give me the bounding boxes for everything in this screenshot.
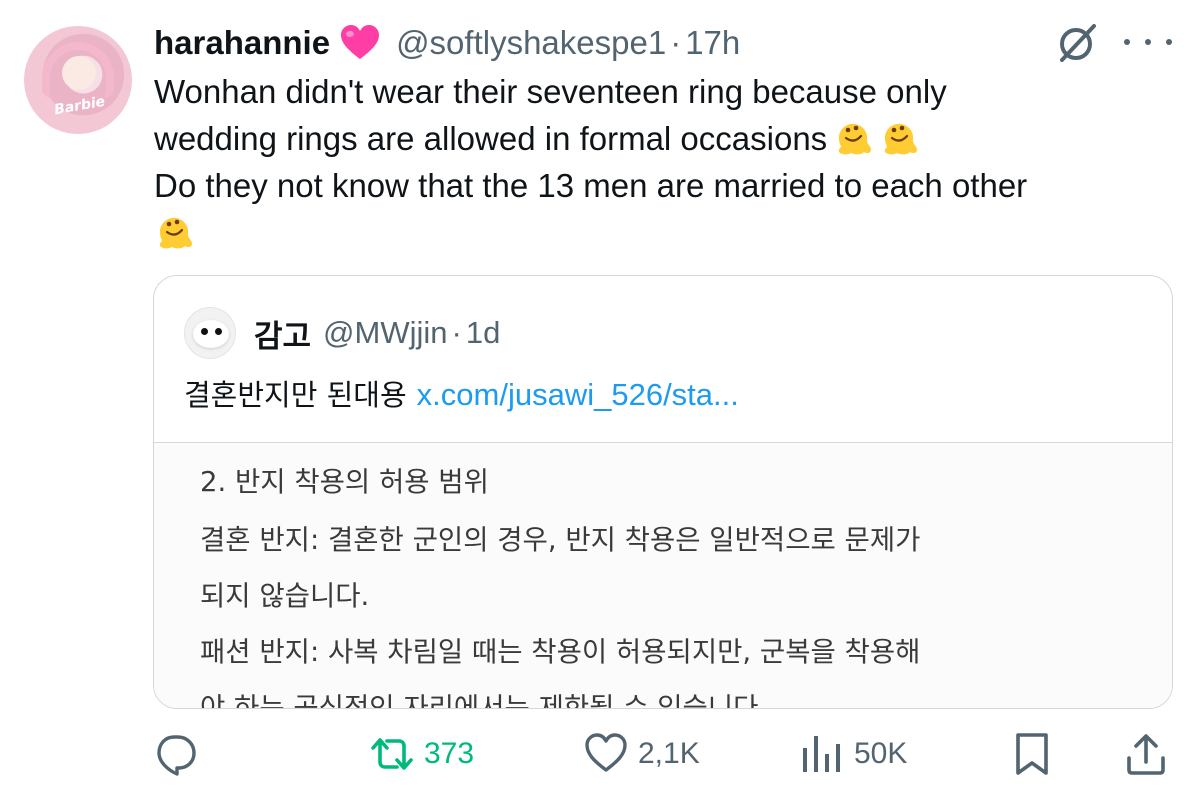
like-count: 2,1K [638, 737, 700, 770]
retweet-count: 373 [424, 737, 475, 770]
quoted-timestamp[interactable]: 1d [466, 315, 500, 351]
pink-heart-icon [340, 25, 380, 61]
separator-dot: · [670, 24, 682, 61]
bookmark-button[interactable] [1012, 730, 1052, 778]
avatar-face [62, 56, 96, 90]
retweet-button[interactable]: 373 [370, 730, 474, 778]
quoted-tweet-header: 감고 @MWjjin · 1d [184, 306, 500, 360]
user-handle[interactable]: @softlyshakespe1 [396, 24, 666, 62]
like-button[interactable]: 2,1K [584, 730, 700, 778]
bookmark-icon [1016, 733, 1048, 775]
image-text-line: 패션 반지: 사복 차림일 때는 착용이 허용되지만, 군복을 착용해 [200, 636, 921, 668]
quoted-tweet[interactable]: 감고 @MWjjin · 1d 결혼반지만 된대용 x.com/jusawi_52… [153, 275, 1173, 709]
avatar-seal [193, 320, 229, 348]
share-icon [1127, 734, 1165, 775]
image-text-line: 2. 반지 착용의 허용 범위 [200, 466, 489, 498]
more-dot [1124, 39, 1130, 45]
quoted-user-handle[interactable]: @MWjjin [323, 315, 447, 351]
reply-button[interactable] [154, 730, 208, 778]
melting-face-icon [154, 210, 194, 250]
quoted-avatar[interactable] [184, 307, 236, 359]
image-text-line: 야 하는 공식적인 자리에서는 제한될 수 있습니다. [200, 692, 768, 709]
tweet-text-line: Wonhan didn't wear their seventeen ring … [154, 73, 947, 110]
image-text-line: 결혼 반지: 결혼한 군인의 경우, 반지 착용은 일반적으로 문제가 [200, 524, 921, 556]
retweet-icon [371, 738, 413, 770]
quoted-image[interactable]: 2. 반지 착용의 허용 범위 결혼 반지: 결혼한 군인의 경우, 반지 착용… [154, 442, 1172, 709]
quoted-text: 결혼반지만 된대용 x.com/jusawi_526/sta... [184, 372, 739, 414]
display-name[interactable]: harahannie [154, 24, 330, 62]
quoted-text-body: 결혼반지만 된대용 [184, 378, 407, 412]
views-icon [803, 736, 840, 772]
share-button[interactable] [1124, 730, 1168, 778]
quoted-display-name[interactable]: 감고 [254, 311, 311, 356]
views-button[interactable]: 50K [800, 730, 907, 778]
quoted-link[interactable]: x.com/jusawi_526/sta... [417, 377, 739, 412]
tweet-text-line: wedding rings are allowed in formal occa… [154, 120, 828, 157]
more-dot [1166, 39, 1172, 45]
avatar-eye [215, 328, 222, 335]
avatar-eye [201, 328, 208, 335]
melting-face-icon [833, 116, 873, 156]
tweet-text-line-with-emoji: wedding rings are allowed in formal occa… [154, 115, 1174, 162]
melting-face-icon [879, 116, 919, 156]
views-count: 50K [854, 737, 908, 770]
heart-icon [585, 733, 627, 772]
tweet-header: harahannie @softlyshakespe1 · 17h [154, 20, 740, 66]
grok-icon[interactable] [1054, 22, 1100, 64]
avatar[interactable]: Barbie [24, 26, 132, 134]
separator-dot: · [451, 315, 462, 350]
tweet-emoji-line [154, 209, 1174, 256]
tweet-text-line: Do they not know that the 13 men are mar… [154, 167, 1028, 204]
more-dot [1145, 39, 1151, 45]
action-bar: 373 2,1K 50K [0, 722, 1199, 786]
timestamp[interactable]: 17h [685, 24, 740, 62]
tweet-text: Wonhan didn't wear their seventeen ring … [154, 68, 1174, 256]
image-text-line: 되지 않습니다. [200, 580, 370, 612]
more-options-icon[interactable] [1124, 24, 1172, 60]
reply-icon [157, 735, 196, 776]
